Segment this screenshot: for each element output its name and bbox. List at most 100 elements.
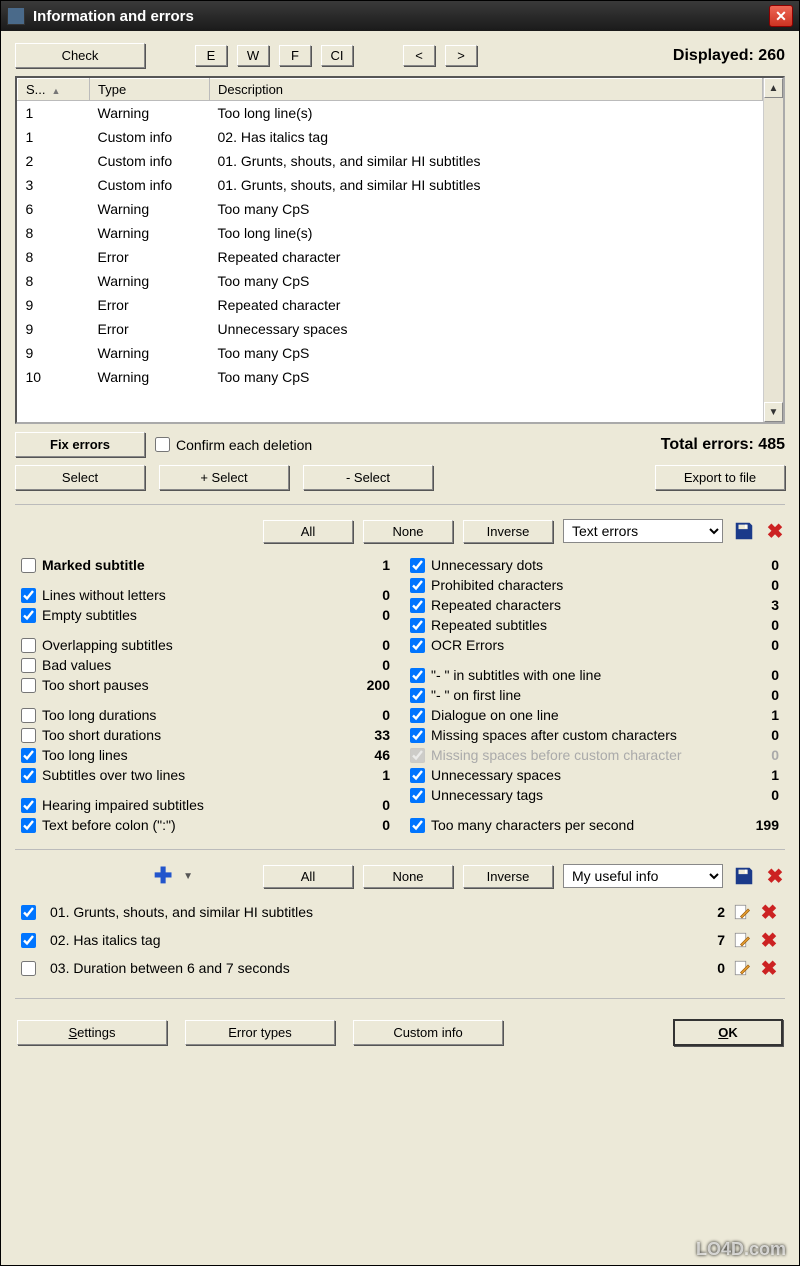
fix-errors-button[interactable]: Fix errors [15,432,145,457]
check-checkbox[interactable] [410,618,425,633]
check-checkbox[interactable] [21,558,36,573]
prev-button[interactable]: < [403,45,435,66]
check-checkbox[interactable] [410,748,425,763]
check-checkbox[interactable] [21,798,36,813]
check-checkbox[interactable] [410,688,425,703]
delete-custom-icon[interactable]: ✖ [759,902,779,922]
col-header-description[interactable]: Description [210,79,763,101]
filter-f-button[interactable]: F [279,45,311,66]
check-checkbox[interactable] [21,708,36,723]
check-count: 3 [739,597,779,613]
check-checkbox[interactable] [21,678,36,693]
scrollbar-vertical[interactable]: ▲ ▼ [763,78,783,422]
check-checkbox[interactable] [21,728,36,743]
settings-button[interactable]: Settings [17,1020,167,1045]
check-label: Lines without letters [36,587,350,603]
check-count: 0 [739,617,779,633]
ok-button[interactable]: OK [673,1019,783,1046]
table-row[interactable]: 8WarningToo many CpS [18,269,763,293]
table-row[interactable]: 2Custom info01. Grunts, shouts, and simi… [18,149,763,173]
next-button[interactable]: > [445,45,477,66]
add-icon[interactable]: ✚ [153,866,173,886]
check-row: Text before colon (":") 0 [21,817,390,833]
save-icon-2[interactable] [733,865,755,887]
none-button-1[interactable]: None [363,520,453,543]
inverse-button-2[interactable]: Inverse [463,865,553,888]
check-row: Repeated characters 3 [410,597,779,613]
check-count: 0 [739,557,779,573]
minus-select-button[interactable]: - Select [303,465,433,490]
export-button[interactable]: Export to file [655,465,785,490]
all-button-2[interactable]: All [263,865,353,888]
scroll-up-icon[interactable]: ▲ [764,78,783,98]
close-icon[interactable]: ✕ [769,5,793,27]
check-checkbox[interactable] [21,658,36,673]
delete-icon-2[interactable]: ✖ [765,866,785,886]
save-icon[interactable] [733,520,755,542]
table-row[interactable]: 9ErrorUnnecessary spaces [18,317,763,341]
custom-info-button[interactable]: Custom info [353,1020,503,1045]
table-row[interactable]: 8WarningToo long line(s) [18,221,763,245]
table-row[interactable]: 9WarningToo many CpS [18,341,763,365]
edit-icon[interactable] [733,903,751,921]
check-checkbox[interactable] [21,608,36,623]
select-button[interactable]: Select [15,465,145,490]
check-checkbox[interactable] [21,588,36,603]
edit-icon[interactable] [733,931,751,949]
col-header-type[interactable]: Type [90,79,210,101]
inverse-button-1[interactable]: Inverse [463,520,553,543]
check-count: 0 [739,687,779,703]
check-checkbox[interactable] [21,768,36,783]
check-label: Bad values [36,657,350,673]
check-checkbox[interactable] [410,558,425,573]
custom-count: 7 [705,932,725,948]
check-checkbox[interactable] [410,818,425,833]
scroll-down-icon[interactable]: ▼ [764,402,783,422]
filter-w-button[interactable]: W [237,45,269,66]
check-checkbox[interactable] [410,708,425,723]
table-row[interactable]: 3Custom info01. Grunts, shouts, and simi… [18,173,763,197]
check-row: Unnecessary spaces 1 [410,767,779,783]
confirm-deletion-label: Confirm each deletion [176,437,312,453]
edit-icon[interactable] [733,959,751,977]
plus-select-button[interactable]: + Select [159,465,289,490]
table-row[interactable]: 1Custom info02. Has italics tag [18,125,763,149]
none-button-2[interactable]: None [363,865,453,888]
col-header-s[interactable]: S...▲ [18,79,90,101]
check-checkbox[interactable] [410,668,425,683]
check-checkbox[interactable] [21,748,36,763]
table-row[interactable]: 1WarningToo long line(s) [18,101,763,126]
custom-checkbox[interactable] [21,905,36,920]
table-row[interactable]: 8ErrorRepeated character [18,245,763,269]
filter-ci-button[interactable]: CI [321,45,353,66]
delete-icon[interactable]: ✖ [765,521,785,541]
check-checkbox[interactable] [410,788,425,803]
check-checkbox[interactable] [21,818,36,833]
table-row[interactable]: 10WarningToo many CpS [18,365,763,389]
check-checkbox[interactable] [410,638,425,653]
delete-custom-icon[interactable]: ✖ [759,958,779,978]
error-preset-select[interactable]: Text errors [563,519,723,543]
table-row[interactable]: 9ErrorRepeated character [18,293,763,317]
check-checkbox[interactable] [410,768,425,783]
check-button[interactable]: Check [15,43,145,68]
check-checkbox[interactable] [410,728,425,743]
custom-preset-select[interactable]: My useful info [563,864,723,888]
check-checkbox[interactable] [410,578,425,593]
check-count: 0 [739,747,779,763]
check-checkbox[interactable] [410,598,425,613]
confirm-deletion-checkbox[interactable] [155,437,170,452]
filter-e-button[interactable]: E [195,45,227,66]
error-types-button[interactable]: Error types [185,1020,335,1045]
check-checkbox[interactable] [21,638,36,653]
delete-custom-icon[interactable]: ✖ [759,930,779,950]
custom-checkbox[interactable] [21,933,36,948]
custom-label: 03. Duration between 6 and 7 seconds [44,960,697,976]
add-dropdown-icon[interactable]: ▼ [183,871,193,882]
table-row[interactable]: 6WarningToo many CpS [18,197,763,221]
check-count: 0 [739,727,779,743]
custom-filter-row: ✚ ▼ All None Inverse My useful info ✖ [15,864,785,888]
all-button-1[interactable]: All [263,520,353,543]
custom-checkbox[interactable] [21,961,36,976]
check-count: 200 [350,677,390,693]
